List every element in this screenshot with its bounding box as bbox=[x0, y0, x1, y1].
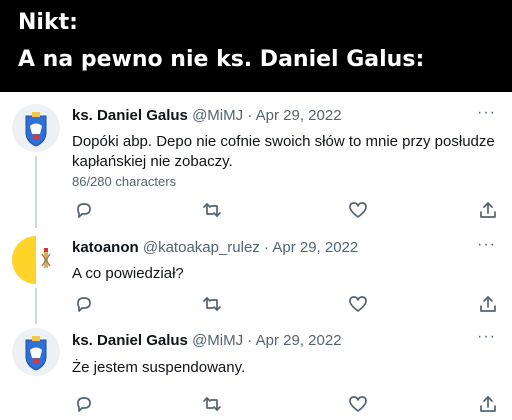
avatar[interactable] bbox=[12, 328, 60, 376]
tweet-date[interactable]: Apr 29, 2022 bbox=[256, 332, 342, 349]
tweet-date[interactable]: Apr 29, 2022 bbox=[272, 239, 358, 256]
separator: · bbox=[247, 107, 253, 124]
display-name[interactable]: katoanon bbox=[72, 239, 139, 256]
retweet-icon[interactable] bbox=[202, 294, 224, 314]
display-name[interactable]: ks. Daniel Galus bbox=[72, 332, 188, 349]
tweet-text: Że jestem suspendowany. bbox=[72, 359, 246, 376]
tweet-text: A co powiedział? bbox=[72, 265, 184, 282]
separator: · bbox=[264, 239, 269, 256]
display-name[interactable]: ks. Daniel Galus bbox=[72, 107, 188, 124]
more-options-icon[interactable]: ··· bbox=[477, 236, 496, 254]
like-icon[interactable] bbox=[348, 200, 370, 220]
avatar[interactable] bbox=[12, 236, 60, 284]
more-options-icon[interactable]: ··· bbox=[477, 104, 496, 122]
avatar[interactable] bbox=[12, 104, 60, 152]
separator: · bbox=[247, 332, 253, 349]
user-handle[interactable]: @MiMJ bbox=[192, 332, 243, 349]
like-icon[interactable] bbox=[348, 294, 370, 314]
char-count: 86/280 characters bbox=[72, 174, 177, 189]
meme-banner: Nikt: A na pewno nie ks. Daniel Galus: bbox=[0, 0, 512, 92]
thread-line bbox=[35, 288, 37, 324]
tweet-header: katoanon @katoakap_rulez · Apr 29, 2022 bbox=[72, 239, 358, 256]
coat-of-arms-blue-icon bbox=[12, 328, 60, 376]
coat-of-arms-blue-icon bbox=[12, 104, 60, 152]
share-icon[interactable] bbox=[478, 200, 500, 220]
reply-icon[interactable] bbox=[74, 294, 96, 314]
user-handle[interactable]: @katoakap_rulez bbox=[143, 239, 260, 256]
share-icon[interactable] bbox=[478, 294, 500, 314]
banner-line-2: A na pewno nie ks. Daniel Galus: bbox=[18, 47, 425, 72]
vatican-flag-icon bbox=[12, 236, 60, 284]
more-options-icon[interactable]: ··· bbox=[477, 328, 496, 346]
reply-icon[interactable] bbox=[74, 394, 96, 414]
reply-icon[interactable] bbox=[74, 200, 96, 220]
tweet-header: ks. Daniel Galus @MiMJ · Apr 29, 2022 bbox=[72, 332, 342, 349]
tweet-header: ks. Daniel Galus @MiMJ · Apr 29, 2022 bbox=[72, 107, 342, 124]
banner-line-1: Nikt: bbox=[18, 10, 78, 35]
like-icon[interactable] bbox=[348, 394, 370, 414]
retweet-icon[interactable] bbox=[202, 394, 224, 414]
tweet-actions bbox=[72, 200, 502, 220]
tweet-date[interactable]: Apr 29, 2022 bbox=[256, 107, 342, 124]
tweet-actions bbox=[72, 394, 502, 414]
retweet-icon[interactable] bbox=[202, 200, 224, 220]
thread-line bbox=[35, 156, 37, 228]
tweet-text: Dopóki abp. Depo nie cofnie swoich słów … bbox=[72, 133, 495, 170]
user-handle[interactable]: @MiMJ bbox=[192, 107, 243, 124]
share-icon[interactable] bbox=[478, 394, 500, 414]
tweet-actions bbox=[72, 294, 502, 314]
